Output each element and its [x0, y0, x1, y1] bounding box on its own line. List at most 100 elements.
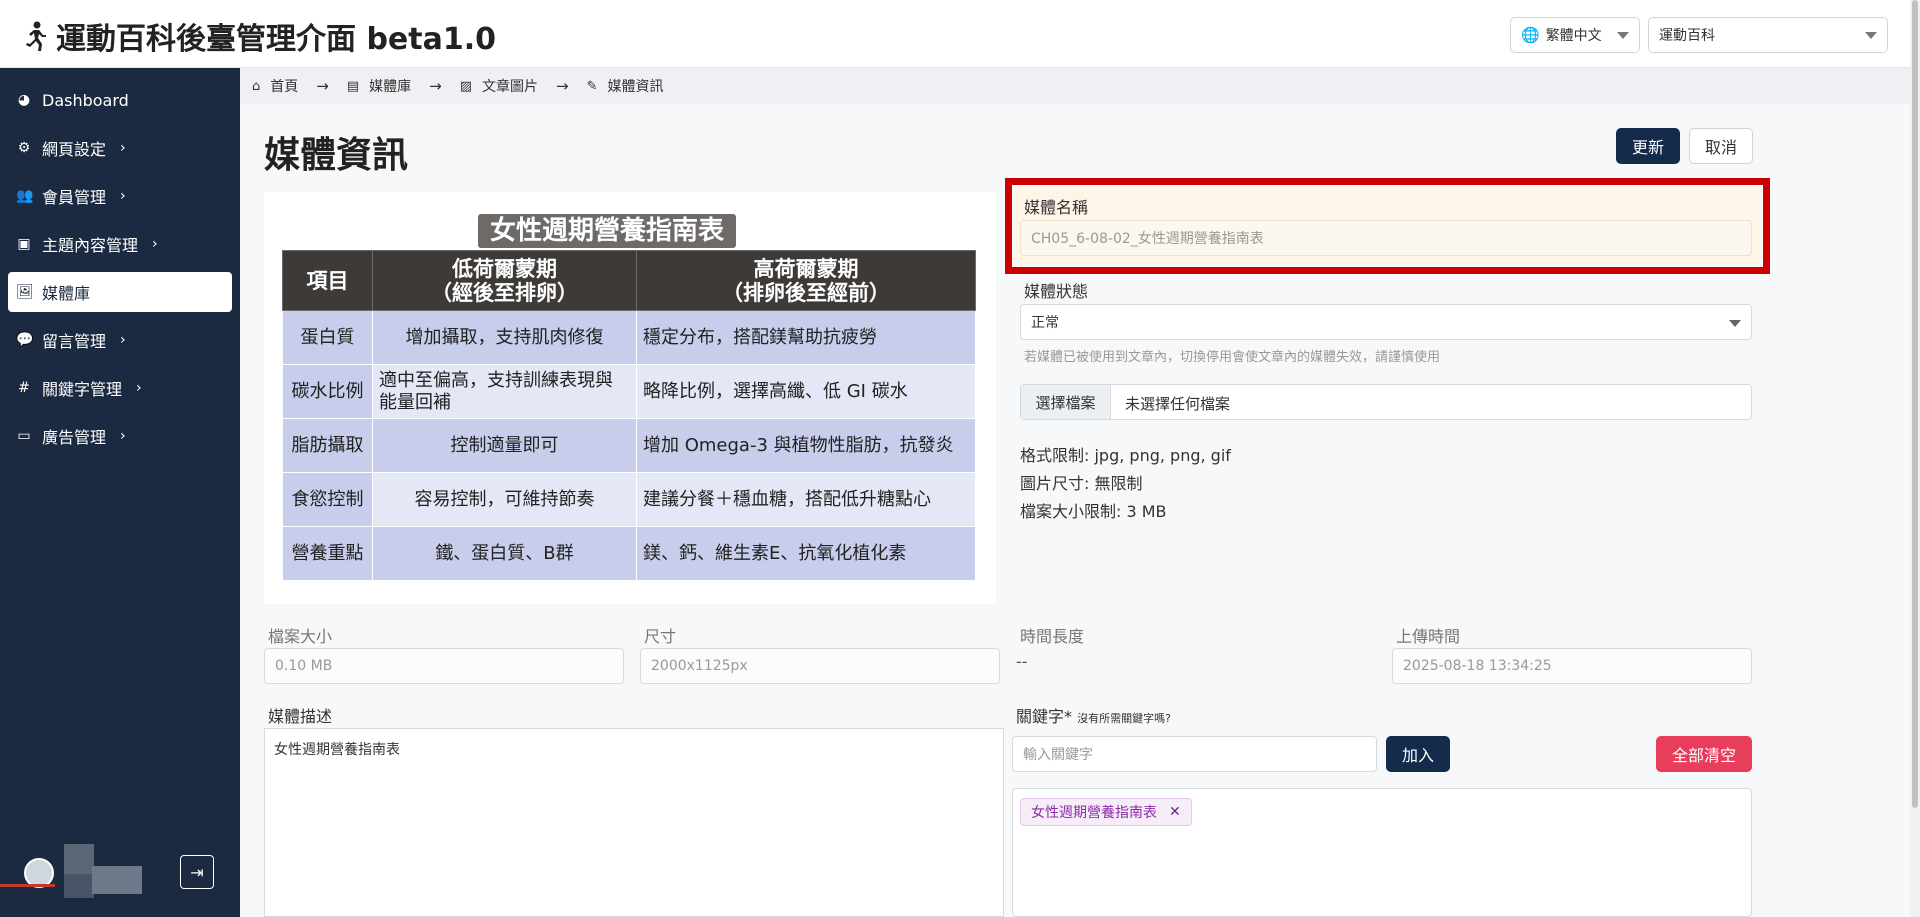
book-icon: ▣ [17, 236, 31, 252]
table-header: 低荷爾蒙期 （經後至排卵） [372, 250, 637, 311]
page-scrollbar[interactable] [1910, 0, 1920, 917]
dimension-label: 尺寸 [644, 627, 677, 646]
table-cell: 增加攝取，支持肌肉修復 [372, 310, 637, 365]
table-cell: 增加 Omega-3 與植物性脂肪，抗發炎 [636, 418, 976, 473]
home-icon: ⌂ [252, 78, 261, 94]
table-header: 高荷爾蒙期 （排卵後至經前） [636, 250, 976, 311]
table-cell: 碳水比例 [282, 364, 373, 419]
duration-label: 時間長度 [1020, 627, 1085, 646]
keyword-hint-link[interactable]: 沒有所需關鍵字嗎? [1077, 712, 1171, 725]
sidebar-item-comments[interactable]: 💬 留言管理 › [8, 320, 232, 360]
top-header: 運動百科後臺管理介面 beta1.0 🌐 繁體中文 運動百科 [0, 0, 1910, 68]
arrow-right-icon: → [429, 77, 442, 95]
app-brand: 運動百科後臺管理介面 beta1.0 [20, 14, 496, 58]
globe-icon: 🌐 [1521, 26, 1540, 44]
description-textarea[interactable]: 女性週期營養指南表 [264, 728, 1004, 917]
media-preview: 女性週期營養指南表 項目 低荷爾蒙期 （經後至排卵） 高荷爾蒙期 （排卵後至經前… [264, 192, 996, 604]
upload-time-field: 2025-08-18 13:34:25 [1392, 648, 1752, 684]
breadcrumb-home[interactable]: 首頁 [270, 76, 298, 96]
scrollbar-thumb[interactable] [1912, 0, 1918, 808]
sidebar-item-label: 會員管理 [42, 188, 107, 207]
table-cell: 穩定分布，搭配鎂幫助抗疲勞 [636, 310, 976, 365]
file-input[interactable]: 選擇檔案 未選擇任何檔案 [1020, 384, 1752, 420]
media-status-label: 媒體狀態 [1024, 282, 1089, 301]
clear-all-button[interactable]: 全部清空 [1656, 736, 1752, 772]
logout-button[interactable]: ⇥ [180, 855, 214, 889]
hashtag-icon: # [18, 380, 30, 396]
table-cell: 營養重點 [282, 526, 373, 581]
sidebar-item-ads[interactable]: ▭ 廣告管理 › [8, 416, 232, 456]
chevron-down-icon [1865, 32, 1877, 39]
gear-icon: ⚙ [17, 140, 31, 156]
chevron-down-icon [1729, 320, 1741, 327]
comment-icon: 💬 [16, 332, 34, 348]
chevron-right-icon: › [120, 188, 126, 204]
media-status-select[interactable]: 正常 [1020, 304, 1752, 340]
sidebar-item-members[interactable]: 👥 會員管理 › [8, 176, 232, 216]
sidebar-item-web-settings[interactable]: ⚙ 網頁設定 › [8, 128, 232, 168]
table-cell: 鎂、鈣、維生素E、抗氧化植化素 [636, 526, 976, 581]
media-name-label: 媒體名稱 [1024, 198, 1089, 217]
page-title: 媒體資訊 [264, 135, 409, 176]
table-cell: 脂肪攝取 [282, 418, 373, 473]
site-value: 運動百科 [1659, 28, 1715, 44]
sidebar-item-keywords[interactable]: # 關鍵字管理 › [8, 368, 232, 408]
duration-value: -- [1016, 652, 1028, 671]
file-status-text: 未選擇任何檔案 [1125, 395, 1231, 413]
breadcrumb-article-images[interactable]: 文章圖片 [482, 76, 538, 96]
update-button[interactable]: 更新 [1616, 128, 1680, 164]
description-label: 媒體描述 [268, 707, 333, 726]
table-cell: 適中至偏高，支持訓練表現與能量回補 [372, 364, 637, 419]
image-icon: ▨ [459, 78, 473, 94]
upload-time-label: 上傳時間 [1396, 627, 1461, 646]
add-keyword-button[interactable]: 加入 [1386, 736, 1450, 772]
sidebar-item-label: 留言管理 [42, 332, 107, 351]
user-name-blurred [64, 874, 94, 898]
chevron-right-icon: › [120, 140, 126, 156]
site-select[interactable]: 運動百科 [1648, 17, 1888, 53]
sidebar-item-content[interactable]: ▣ 主題內容管理 › [8, 224, 232, 264]
table-row: 營養重點 鐵、蛋白質、B群 鎂、鈣、維生素E、抗氧化植化素 [282, 526, 976, 581]
images-icon: ▤ [346, 78, 360, 94]
table-cell: 建議分餐＋穩血糖，搭配低升糖點心 [636, 472, 976, 527]
table-row: 碳水比例 適中至偏高，支持訓練表現與能量回補 略降比例，選擇高纖、低 GI 碳水 [282, 364, 976, 419]
language-select[interactable]: 🌐 繁體中文 [1510, 17, 1640, 53]
close-icon[interactable]: ✕ [1169, 804, 1181, 820]
filesize-field: 0.10 MB [264, 648, 624, 684]
users-icon: 👥 [16, 188, 34, 204]
table-cell: 鐵、蛋白質、B群 [372, 526, 637, 581]
chevron-down-icon [1617, 32, 1629, 39]
chevron-right-icon: › [152, 236, 158, 252]
logout-icon: ⇥ [190, 862, 204, 882]
table-cell: 控制適量即可 [372, 418, 637, 473]
dimension-value: 2000x1125px [651, 658, 748, 674]
breadcrumb-media[interactable]: 媒體庫 [369, 76, 411, 96]
sidebar: ◕ Dashboard ⚙ 網頁設定 › 👥 會員管理 › ▣ 主題內容管理 ›… [0, 68, 240, 917]
table-row: 食慾控制 容易控制，可維持節奏 建議分餐＋穩血糖，搭配低升糖點心 [282, 472, 976, 527]
sidebar-item-label: 廣告管理 [42, 428, 107, 447]
media-name-input[interactable]: CH05_6-08-02_女性週期營養指南表 [1020, 220, 1752, 256]
sidebar-item-media[interactable]: 🖼 媒體庫 [8, 272, 232, 312]
file-size-limit: 檔案大小限制: 3 MB [1020, 502, 1167, 521]
table-header: 項目 [282, 250, 373, 311]
keyword-label-text: 關鍵字* [1016, 707, 1073, 726]
sidebar-item-label: 網頁設定 [42, 140, 107, 159]
choose-file-button[interactable]: 選擇檔案 [1021, 385, 1111, 419]
keyword-placeholder: 輸入關鍵字 [1023, 747, 1093, 763]
edit-icon: ✎ [586, 78, 598, 94]
image-size-info: 圖片尺寸: 無限制 [1020, 474, 1143, 493]
user-name-blurred [92, 866, 142, 894]
language-value: 繁體中文 [1545, 28, 1602, 44]
chevron-right-icon: › [120, 332, 126, 348]
cancel-button[interactable]: 取消 [1689, 128, 1753, 164]
breadcrumb-current: 媒體資訊 [607, 79, 664, 95]
keyword-input[interactable]: 輸入關鍵字 [1012, 736, 1377, 772]
sidebar-item-label: Dashboard [42, 90, 129, 110]
keyword-label: 關鍵字* 沒有所需關鍵字嗎? [1016, 703, 1171, 727]
user-name-blurred [64, 844, 94, 874]
sidebar-item-label: 媒體庫 [42, 284, 91, 303]
sidebar-item-dashboard[interactable]: ◕ Dashboard [8, 80, 232, 120]
infographic-table: 項目 低荷爾蒙期 （經後至排卵） 高荷爾蒙期 （排卵後至經前） 蛋白質 增加攝取… [282, 250, 976, 581]
sidebar-item-label: 關鍵字管理 [42, 380, 123, 399]
sidebar-item-label: 主題內容管理 [42, 236, 139, 255]
